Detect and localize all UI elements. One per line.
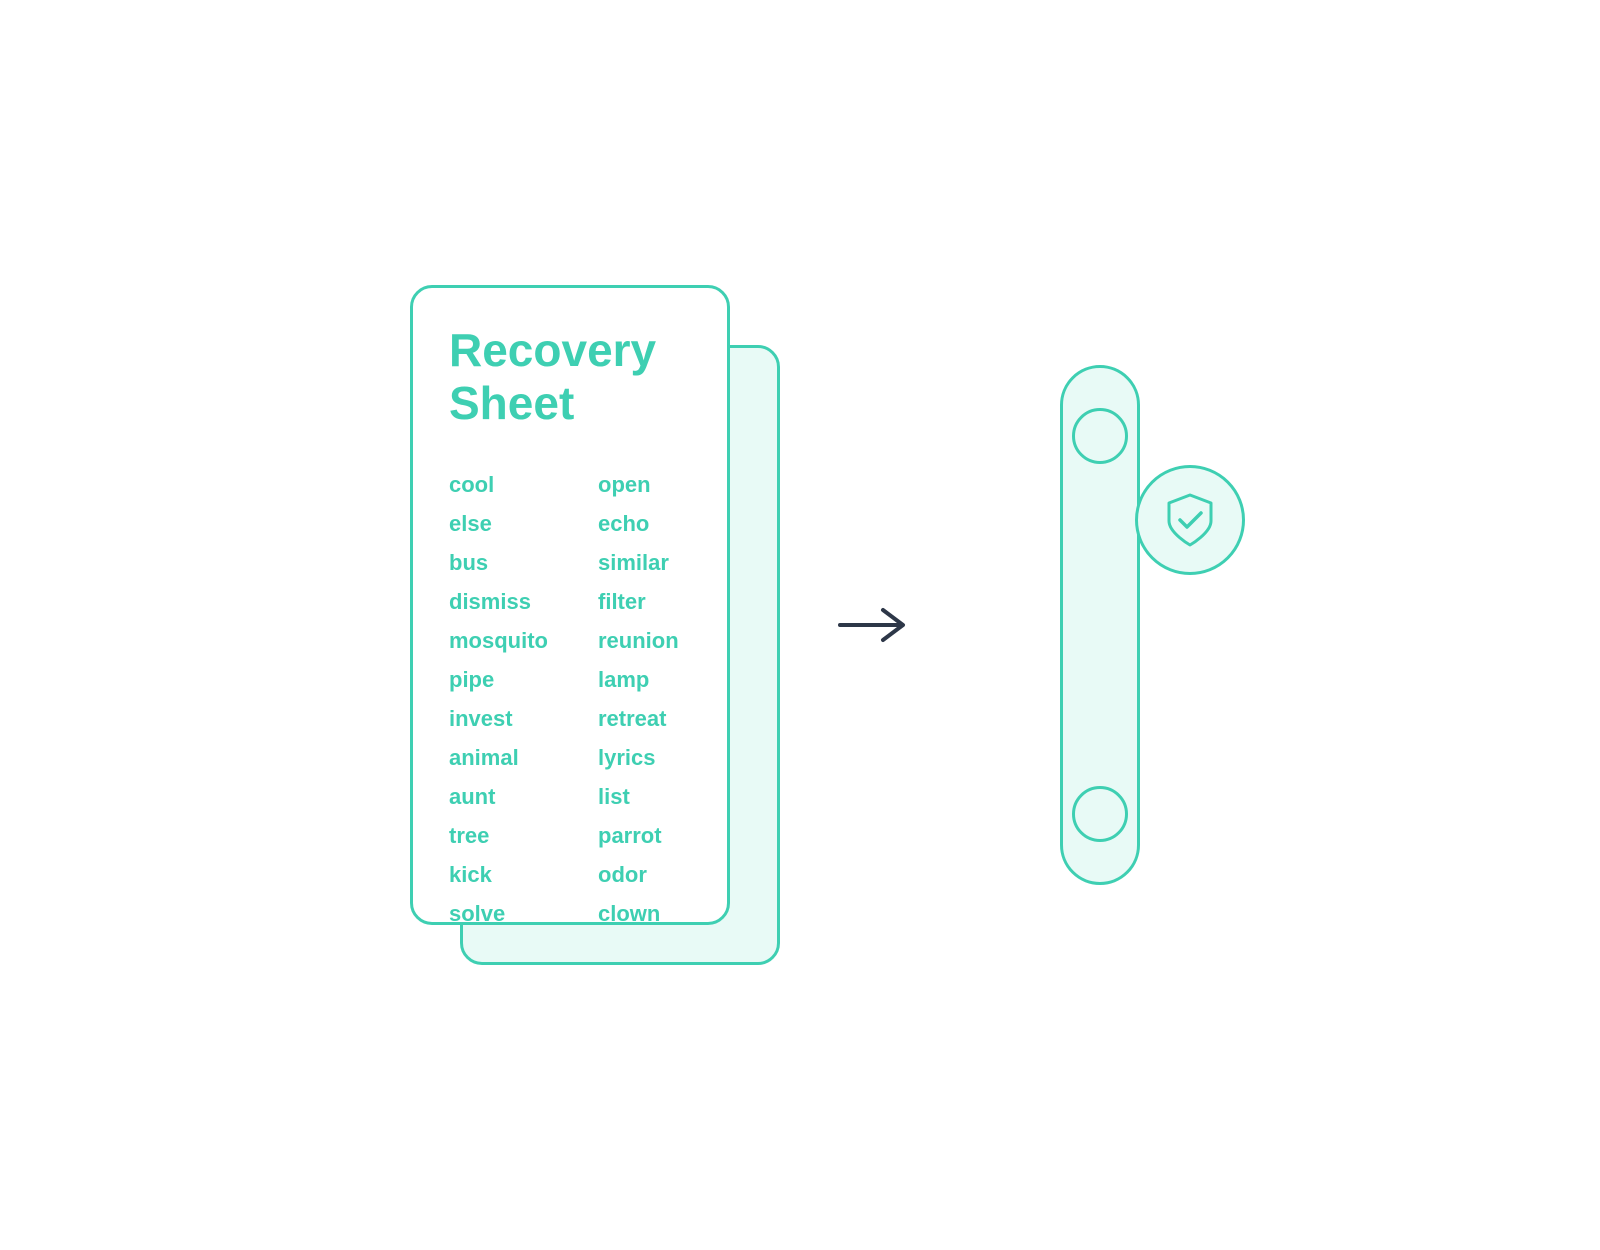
word-item: lyrics: [598, 741, 679, 774]
word-item: else: [449, 507, 548, 540]
word-item: animal: [449, 741, 548, 774]
word-item: invest: [449, 702, 548, 735]
word-column-2: open echo similar filter reunion lamp retreat l…: [598, 468, 679, 930]
word-item: bus: [449, 546, 548, 579]
key-body: [1060, 365, 1140, 885]
card-title: Recovery Sheet: [449, 324, 691, 430]
card-front: Recovery Sheet cool else bus dismiss mosquit…: [410, 285, 730, 925]
key-circle-top: [1072, 408, 1128, 464]
word-item: clown: [598, 897, 679, 930]
word-item: filter: [598, 585, 679, 618]
word-item: open: [598, 468, 679, 501]
word-item: similar: [598, 546, 679, 579]
word-item: dismiss: [449, 585, 548, 618]
key-circle-bottom: [1072, 786, 1128, 842]
arrow-icon: [835, 600, 925, 650]
word-item: pipe: [449, 663, 548, 696]
word-item: cool: [449, 468, 548, 501]
word-item: parrot: [598, 819, 679, 852]
word-columns: cool else bus dismiss mosquito pipe invest anim…: [449, 468, 691, 930]
word-item: kick: [449, 858, 548, 891]
word-item: list: [598, 780, 679, 813]
word-column-1: cool else bus dismiss mosquito pipe invest anim…: [449, 468, 548, 930]
word-item: solve: [449, 897, 548, 930]
word-item: aunt: [449, 780, 548, 813]
cards-stack: Recovery Sheet cool else bus dismiss mosquit…: [410, 285, 750, 965]
shield-badge: [1135, 465, 1245, 575]
word-item: echo: [598, 507, 679, 540]
word-item: lamp: [598, 663, 679, 696]
word-item: retreat: [598, 702, 679, 735]
scene: Recovery Sheet cool else bus dismiss mosquit…: [410, 285, 1190, 965]
key-container: [1010, 335, 1190, 915]
arrow-container: [830, 600, 930, 650]
word-item: tree: [449, 819, 548, 852]
word-item: odor: [598, 858, 679, 891]
word-item: mosquito: [449, 624, 548, 657]
shield-icon: [1159, 489, 1221, 551]
word-item: reunion: [598, 624, 679, 657]
